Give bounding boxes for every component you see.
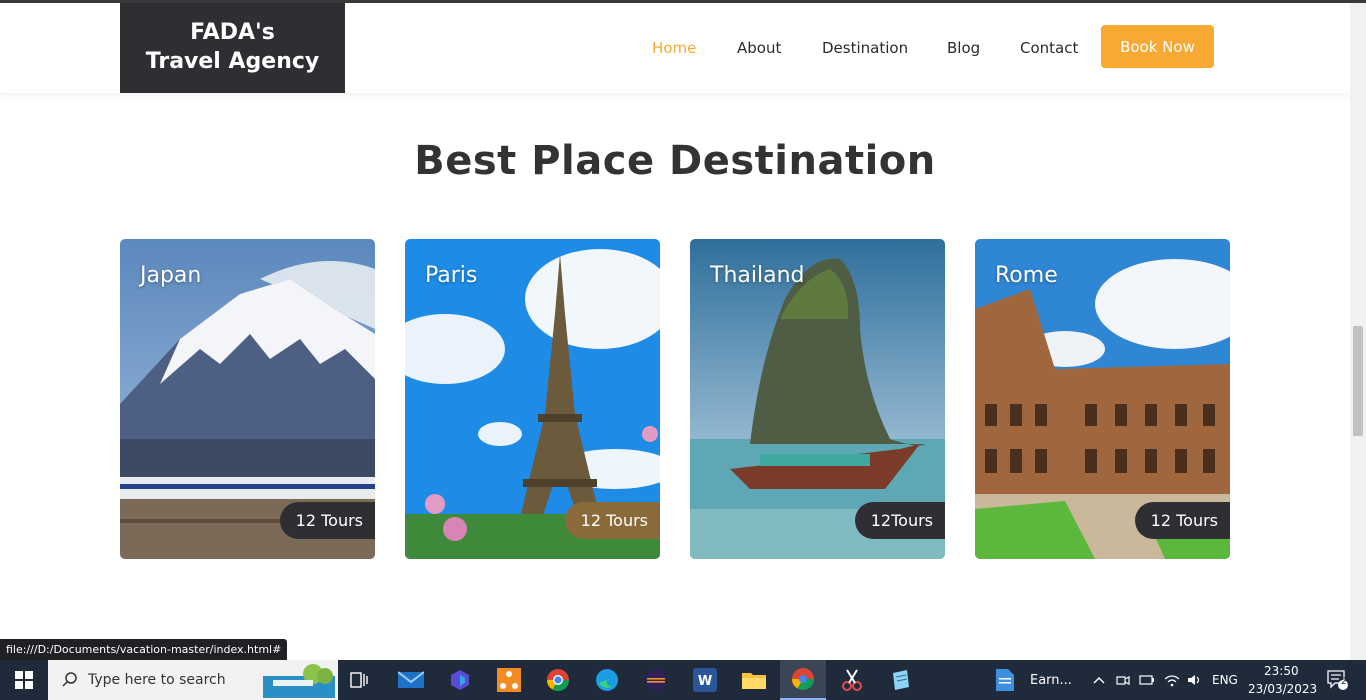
task-view-button[interactable] — [340, 660, 378, 700]
taskbar-search[interactable]: Type here to search — [48, 660, 338, 700]
wifi-icon — [1164, 675, 1180, 687]
start-button[interactable] — [0, 660, 48, 700]
taskbar-document-window[interactable]: Earn... — [996, 660, 1086, 700]
windows-icon — [15, 671, 33, 689]
edge-icon — [596, 669, 618, 691]
tour-count-badge: 12 Tours — [564, 502, 660, 539]
site-logo[interactable]: FADA's Travel Agency — [120, 3, 345, 93]
status-bar-url: file:///D:/Documents/vacation-master/ind… — [0, 639, 288, 660]
search-icon — [62, 672, 77, 687]
destination-card-japan[interactable]: Japan 12 Tours — [120, 239, 375, 559]
tray-battery[interactable] — [1137, 660, 1157, 700]
site-header: FADA's Travel Agency Home About Destinat… — [0, 3, 1350, 93]
search-highlight-image — [263, 664, 335, 698]
document-icon — [996, 669, 1014, 691]
tray-time[interactable]: 23:50 — [1264, 664, 1299, 678]
tour-count-badge: 12Tours — [854, 502, 945, 539]
taskbar-app-orange[interactable] — [490, 660, 528, 700]
destination-name: Rome — [995, 263, 1058, 288]
tray-date[interactable]: 23/03/2023 — [1248, 682, 1317, 696]
destination-card-paris[interactable]: Paris 12 Tours — [405, 239, 660, 559]
destination-card-rome[interactable]: Rome 12 Tours — [975, 239, 1230, 559]
destination-name: Paris — [425, 263, 478, 288]
chrome-icon — [547, 669, 569, 691]
taskbar-snipping[interactable] — [833, 660, 871, 700]
nav-destination[interactable]: Destination — [822, 39, 908, 57]
notepad-icon — [893, 670, 909, 690]
taskbar-edge[interactable] — [588, 660, 626, 700]
page-scrollbar[interactable] — [1350, 3, 1366, 660]
tour-count-badge: 12 Tours — [1134, 502, 1230, 539]
chevron-up-icon — [1093, 677, 1105, 684]
notification-count: 2 — [1341, 677, 1347, 687]
nav-home[interactable]: Home — [652, 39, 696, 57]
notification-center-button[interactable]: 2 — [1318, 660, 1358, 700]
tray-meet-now[interactable] — [1113, 660, 1133, 700]
nav-about[interactable]: About — [737, 39, 781, 57]
app-hexagon-icon — [451, 670, 469, 690]
taskbar-eclipse[interactable] — [637, 660, 675, 700]
tray-wifi[interactable] — [1162, 660, 1182, 700]
task-view-icon — [350, 672, 368, 688]
taskbar-word[interactable]: W — [686, 660, 724, 700]
destination-card-thailand[interactable]: Thailand 12Tours — [690, 239, 945, 559]
battery-icon — [1139, 675, 1154, 685]
nav-contact[interactable]: Contact — [1020, 39, 1078, 57]
destination-name: Japan — [140, 263, 202, 288]
destination-name: Thailand — [710, 263, 805, 288]
eclipse-icon — [645, 669, 667, 691]
taskbar-file-explorer[interactable] — [735, 660, 773, 700]
word-icon: W — [693, 668, 717, 692]
nav-blog[interactable]: Blog — [947, 39, 980, 57]
scrollbar-thumb[interactable] — [1353, 326, 1363, 436]
tray-language[interactable]: ENG — [1212, 673, 1238, 687]
speaker-icon — [1188, 675, 1200, 685]
book-now-button[interactable]: Book Now — [1101, 25, 1214, 68]
taskbar-window-title: Earn... — [1030, 672, 1072, 688]
chrome-profile-icon — [792, 668, 814, 690]
taskbar-mail[interactable] — [392, 660, 430, 700]
logo-line-2: Travel Agency — [145, 49, 320, 74]
folder-icon — [742, 673, 766, 689]
search-placeholder: Type here to search — [88, 672, 226, 688]
tour-count-badge: 12 Tours — [279, 502, 375, 539]
taskbar-notepad[interactable] — [882, 660, 920, 700]
network-diagram-icon — [497, 668, 521, 692]
taskbar-copilot[interactable] — [441, 660, 479, 700]
camera-icon — [1116, 676, 1130, 685]
tray-overflow-button[interactable] — [1090, 660, 1108, 700]
tray-volume[interactable] — [1185, 660, 1205, 700]
taskbar-chrome-active[interactable] — [780, 660, 826, 700]
scissors-icon — [842, 669, 862, 691]
mail-icon — [398, 671, 424, 688]
section-title: Best Place Destination — [414, 138, 936, 184]
svg-text:W: W — [698, 674, 712, 689]
logo-line-1: FADA's — [190, 20, 275, 45]
taskbar-chrome[interactable] — [539, 660, 577, 700]
taskbar: Type here to search W Earn... ENG 23:50 … — [0, 660, 1366, 700]
